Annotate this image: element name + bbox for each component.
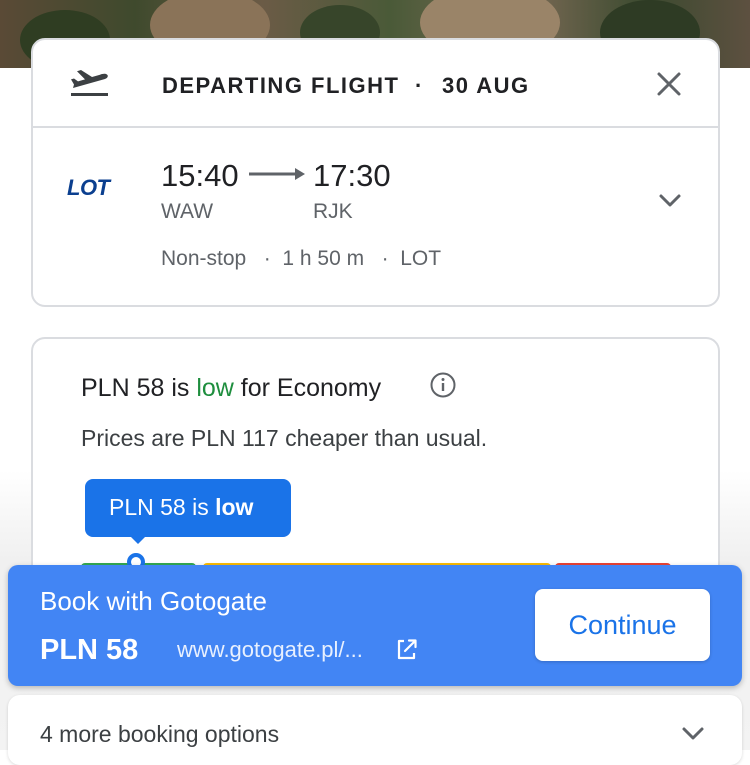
price-insight-heading: PLN 58 is low for Economy: [81, 374, 381, 403]
booking-bar: Book with Gotogate PLN 58 www.gotogate.p…: [8, 565, 742, 686]
flight-direction-title: DEPARTING FLIGHT: [162, 73, 400, 98]
flight-takeoff-icon: [71, 70, 108, 96]
booking-url[interactable]: www.gotogate.pl/...: [177, 637, 363, 663]
price-insight-prefix: PLN 58 is: [81, 374, 197, 402]
departure-airport-code: WAW: [161, 200, 214, 223]
open-in-new-icon[interactable]: [396, 637, 418, 661]
continue-button[interactable]: Continue: [535, 589, 710, 661]
chevron-down-icon[interactable]: [680, 721, 706, 747]
flight-card-header: DEPARTING FLIGHT · 30 AUG: [33, 40, 718, 128]
booking-provider-title: Book with Gotogate: [40, 586, 267, 616]
tooltip-status: low: [215, 494, 254, 520]
flight-date: 30 AUG: [442, 73, 530, 98]
booking-price: PLN 58: [40, 634, 139, 666]
price-level-label: low: [196, 374, 234, 402]
close-icon[interactable]: [655, 70, 683, 98]
tooltip-pointer: [129, 535, 147, 544]
price-insight-suffix: for Economy: [233, 374, 382, 402]
header-separator: ·: [415, 73, 423, 98]
departing-flight-card: DEPARTING FLIGHT · 30 AUG LOT 15:40 17:3…: [31, 38, 720, 307]
chevron-down-icon[interactable]: [657, 188, 683, 214]
arrival-time: 17:30: [313, 158, 391, 193]
arrival-airport-code: RJK: [313, 200, 353, 223]
arrow-right-icon: [249, 168, 305, 180]
flight-details: Non-stop · 1 h 50 m · LOT: [161, 247, 442, 270]
more-booking-options[interactable]: 4 more booking options: [8, 695, 742, 765]
departure-time: 15:40: [161, 158, 239, 193]
airline-logo: LOT: [67, 175, 110, 200]
price-tooltip: PLN 58 is low: [85, 479, 291, 537]
tooltip-prefix: PLN 58 is: [109, 494, 216, 520]
more-booking-options-label: 4 more booking options: [40, 721, 280, 747]
info-icon[interactable]: [429, 371, 457, 399]
price-comparison-text: Prices are PLN 117 cheaper than usual.: [81, 425, 488, 451]
